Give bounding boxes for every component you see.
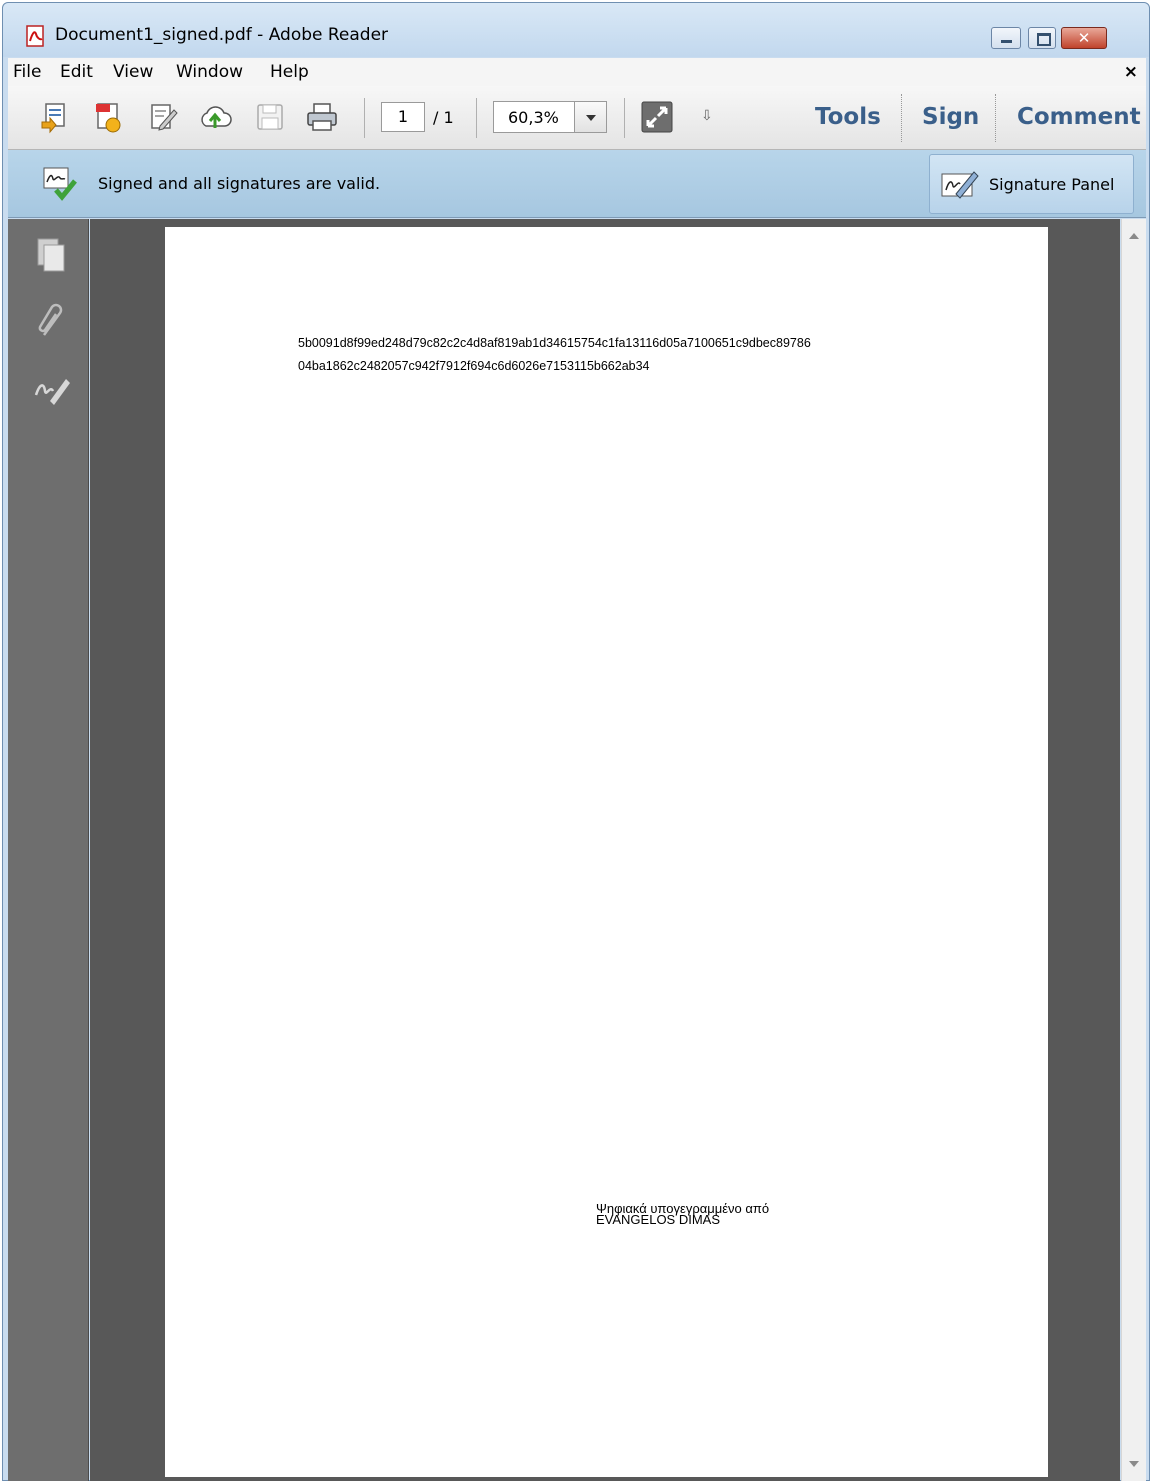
comment-pane-button[interactable]: Comment: [1017, 104, 1141, 130]
signature-panel-button[interactable]: Signature Panel: [929, 154, 1134, 214]
pdf-page: 5b0091d8f99ed248d79c82c2c4d8af819ab1d346…: [165, 227, 1048, 1477]
menu-window[interactable]: Window: [176, 62, 243, 82]
toolbar: 1 / 1 60,3% ⇩ Tools Sign Comment: [8, 86, 1146, 150]
save-icon[interactable]: [253, 100, 287, 134]
scroll-up-icon[interactable]: [1129, 233, 1139, 239]
close-icon: ✕: [1077, 29, 1091, 47]
menu-file[interactable]: File: [13, 62, 41, 82]
signature-pen-icon: [941, 171, 979, 199]
window-title: Document1_signed.pdf - Adobe Reader: [55, 25, 389, 45]
signatures-icon[interactable]: [32, 371, 72, 411]
navigation-pane: [8, 219, 89, 1481]
upload-cloud-icon[interactable]: [198, 100, 232, 134]
close-window-button[interactable]: ✕: [1061, 27, 1107, 49]
open-icon[interactable]: [38, 100, 72, 134]
signature-status-message: Signed and all signatures are valid.: [98, 174, 381, 193]
zoom-select[interactable]: 60,3%: [493, 101, 607, 133]
sign-pane-button[interactable]: Sign: [922, 104, 979, 130]
zoom-value: 60,3%: [508, 108, 559, 127]
full-screen-icon[interactable]: [640, 100, 674, 134]
menu-bar: File Edit View Window Help ×: [8, 58, 1146, 86]
toolbar-more-icon[interactable]: ⇩: [701, 108, 713, 124]
menu-help[interactable]: Help: [270, 62, 309, 82]
hash-line-1: 5b0091d8f99ed248d79c82c2c4d8af819ab1d346…: [298, 336, 811, 350]
title-bar: Document1_signed.pdf - Adobe Reader ✕: [3, 3, 1149, 57]
print-icon[interactable]: [305, 100, 339, 134]
toolbar-divider: [624, 98, 625, 138]
signature-panel-label: Signature Panel: [989, 175, 1115, 194]
signature-stamp[interactable]: Ψηφιακά υπογεγραμμένο από EVANGELOS DIMA…: [596, 1202, 769, 1226]
signature-status-bar: Signed and all signatures are valid. Sig…: [8, 150, 1146, 218]
app-window: Document1_signed.pdf - Adobe Reader ✕ Fi…: [2, 2, 1150, 1481]
pane-divider: [901, 94, 902, 142]
chevron-down-icon[interactable]: [574, 102, 606, 132]
create-pdf-icon[interactable]: [91, 100, 125, 134]
page-thumbnails-icon[interactable]: [32, 235, 72, 275]
hash-line-2: 04ba1862c2482057c942f7912f694c6d6026e715…: [298, 359, 650, 373]
toolbar-divider: [476, 98, 477, 138]
pdf-file-icon: [26, 25, 44, 47]
page-number-input[interactable]: 1: [381, 102, 425, 132]
vertical-scrollbar[interactable]: [1121, 219, 1146, 1481]
toolbar-divider: [364, 98, 365, 138]
pane-divider: [995, 94, 996, 142]
menu-edit[interactable]: Edit: [60, 62, 93, 82]
tools-pane-button[interactable]: Tools: [815, 104, 881, 130]
attachments-icon[interactable]: [32, 303, 72, 343]
minimize-button[interactable]: [991, 27, 1021, 49]
document-view: 5b0091d8f99ed248d79c82c2c4d8af819ab1d346…: [90, 219, 1120, 1481]
maximize-button[interactable]: [1028, 27, 1056, 49]
edit-icon[interactable]: [146, 100, 180, 134]
page-total: / 1: [433, 108, 454, 127]
close-document-icon[interactable]: ×: [1124, 62, 1138, 82]
signature-valid-icon: [43, 167, 77, 201]
menu-view[interactable]: View: [113, 62, 153, 82]
scroll-down-icon[interactable]: [1129, 1461, 1139, 1467]
